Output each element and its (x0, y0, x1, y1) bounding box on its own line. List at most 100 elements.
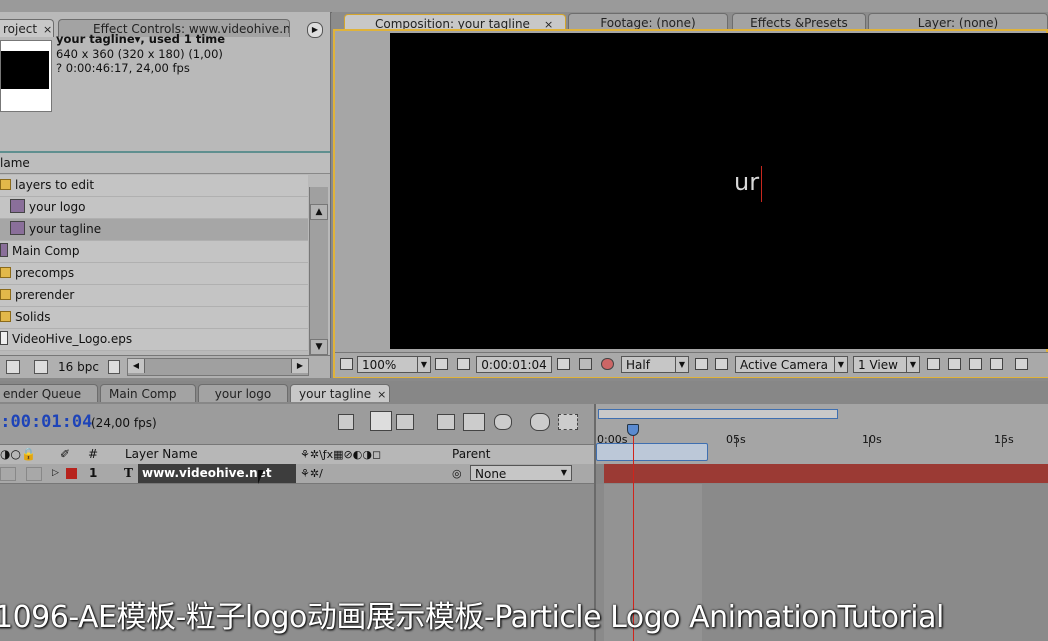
list-item[interactable]: layers to edit (0, 175, 308, 197)
scroll-left-icon[interactable]: ◀ (128, 359, 145, 373)
chevron-down-icon[interactable]: ▼ (834, 356, 848, 373)
lock-toggle-icon[interactable] (26, 467, 42, 481)
live-update-icon[interactable] (338, 414, 354, 430)
grid-icon[interactable] (435, 358, 448, 370)
shy-layers-icon[interactable] (396, 414, 414, 430)
chevron-down-icon[interactable]: ▼ (417, 356, 431, 373)
scroll-down-icon[interactable]: ▼ (310, 339, 328, 355)
tab-label: roject (3, 22, 38, 36)
chevron-down-icon[interactable]: ▼ (557, 465, 571, 481)
exposure-icon[interactable] (1015, 358, 1028, 370)
scroll-right-icon[interactable]: ▶ (291, 359, 308, 373)
comp-thumbnail (0, 40, 52, 112)
bit-depth[interactable]: 16 bpc (58, 356, 99, 378)
tab-project[interactable]: roject × (0, 19, 54, 37)
motion-blur-icon[interactable] (463, 413, 485, 431)
toggle-pixel-aspect-icon[interactable] (927, 358, 940, 370)
list-item[interactable]: VideoHive_Logo.eps (0, 329, 308, 351)
tab-label: Main Comp (109, 387, 177, 401)
item-label: your tagline (29, 222, 102, 236)
composition-viewer[interactable] (390, 33, 1048, 349)
auto-keyframe-icon[interactable] (558, 414, 578, 430)
work-area-bar[interactable] (598, 409, 838, 419)
list-item[interactable]: your logo (0, 197, 308, 219)
tab-your-tagline[interactable]: your tagline × (290, 384, 390, 402)
project-scrollbar[interactable]: ▲ ▼ (309, 187, 328, 355)
av-features-icon[interactable]: ◑○🔒 (0, 445, 36, 464)
resolution-select[interactable]: Half (621, 356, 677, 373)
label-color-icon[interactable] (66, 468, 77, 479)
item-label: Solids (15, 310, 51, 324)
composition-icon (0, 243, 8, 257)
list-item[interactable]: prerender (0, 285, 308, 307)
interpret-footage-icon[interactable] (6, 360, 20, 374)
name-column-header[interactable]: lame (0, 153, 330, 174)
ruler-tick (1002, 437, 1003, 447)
composition-icon (10, 199, 25, 213)
snapshot-icon[interactable] (557, 358, 570, 370)
fast-previews-icon[interactable] (948, 358, 961, 370)
graph-editor-icon[interactable] (530, 413, 550, 431)
channel-icon[interactable] (601, 358, 614, 370)
list-item[interactable]: Main Comp (0, 241, 308, 263)
tab-main-comp[interactable]: Main Comp (100, 384, 196, 402)
flowchart-icon[interactable] (990, 358, 1003, 370)
item-label: VideoHive_Logo.eps (12, 332, 133, 346)
list-item[interactable]: your tagline (0, 219, 308, 241)
composition-toolbar: 100% ▼ 0:00:01:04 Half ▼ Active Camera ▼… (335, 352, 1048, 377)
timeline-icon[interactable] (969, 358, 982, 370)
timeline-timecode[interactable]: 0:00:01:04 (0, 412, 92, 432)
text-cursor (761, 166, 762, 202)
view-layout-select[interactable]: 1 View (853, 356, 907, 373)
ruler-tick-label: 10s (862, 433, 882, 446)
new-composition-icon[interactable] (34, 360, 48, 374)
panel-menu-icon[interactable]: ▶ (307, 22, 323, 38)
item-label: precomps (15, 266, 75, 280)
layer-duration-bar[interactable] (604, 464, 1048, 483)
tab-render-queue[interactable]: ender Queue (0, 384, 98, 402)
scroll-up-icon[interactable]: ▲ (310, 204, 328, 220)
file-icon (0, 331, 8, 345)
show-snapshot-icon[interactable] (579, 358, 592, 370)
ruler-tick (869, 437, 870, 447)
camera-select[interactable]: Active Camera (735, 356, 835, 373)
chevron-down-icon[interactable]: ▼ (675, 356, 689, 373)
trash-icon[interactable] (108, 360, 120, 374)
video-toggle-icon[interactable] (0, 467, 16, 481)
always-preview-icon[interactable] (340, 358, 353, 370)
item-label: prerender (15, 288, 75, 302)
pickwhip-icon[interactable]: ◎ (452, 464, 462, 483)
chevron-down-icon[interactable]: ▼ (906, 356, 920, 373)
switches-icon[interactable]: ⚘✲\ƒx▦⊘◐◑◻ (300, 445, 381, 464)
list-item[interactable]: precomps (0, 263, 308, 285)
frame-blending-icon[interactable] (437, 414, 455, 430)
project-hscrollbar[interactable]: ◀ ▶ (127, 358, 309, 376)
layer-switches-icon[interactable]: ⚘✲/ (300, 464, 323, 483)
region-of-interest-icon[interactable] (695, 358, 708, 370)
item-label: your logo (29, 200, 86, 214)
label-icon[interactable]: ✐ (60, 445, 70, 464)
tab-label: your tagline (299, 387, 372, 401)
layer-name[interactable]: www.videohive.net (138, 464, 296, 483)
draft-3d-icon[interactable] (370, 411, 392, 431)
brainstorm-icon[interactable] (494, 414, 512, 430)
mask-visibility-icon[interactable] (457, 358, 470, 370)
list-item[interactable]: Solids (0, 307, 308, 329)
tab-label: your logo (214, 387, 272, 401)
zoom-select[interactable]: 100% (357, 356, 419, 373)
current-time-display[interactable]: 0:00:01:04 (476, 356, 552, 373)
tab-label: Layer: (none) (917, 16, 999, 30)
work-area-span[interactable] (596, 443, 708, 461)
close-icon[interactable]: × (377, 388, 386, 401)
close-icon[interactable]: × (43, 23, 52, 36)
layer-column-header: ◑○🔒 ✐ # Layer Name ⚘✲\ƒx▦⊘◐◑◻ Parent (0, 444, 594, 465)
playhead-handle[interactable] (627, 424, 639, 436)
item-label: Main Comp (12, 244, 80, 258)
expand-arrow-icon[interactable]: ▷ (52, 464, 59, 483)
column-label: lame (0, 156, 30, 170)
table-row[interactable]: ▷ 1 T www.videohive.net ⚘✲/ ◎ None ▼ (0, 464, 594, 484)
project-item-list: layers to edit your logo your tagline Ma… (0, 175, 308, 351)
transparency-grid-icon[interactable] (715, 358, 728, 370)
tab-your-logo[interactable]: your logo (198, 384, 288, 402)
layer-name-column[interactable]: Layer Name (125, 445, 198, 464)
